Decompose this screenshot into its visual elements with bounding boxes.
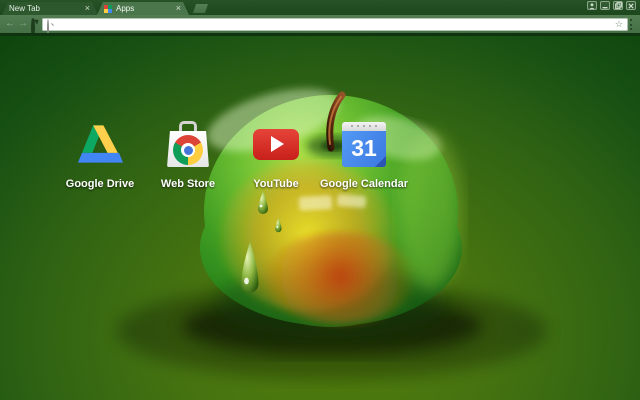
new-tab-page: Google Drive Web Store YouTube 31 Google… [0,33,640,400]
maximize-button[interactable] [613,1,623,10]
apple-wallpaper [117,88,547,379]
tab-strip: New Tab × Apps × [0,0,640,15]
app-shortcuts: Google Drive Web Store YouTube 31 Google… [56,120,408,190]
person-icon [589,2,595,9]
close-window-button[interactable] [626,1,636,10]
shortcut-label: Google Calendar [319,178,409,190]
maximize-icon [614,2,622,9]
apps-grid-icon [104,5,112,13]
tab-apps-label: Apps [116,4,135,13]
browser-window: New Tab × Apps × ← → ☆ Google Drive Web … [0,0,640,400]
address-bar[interactable]: ☆ [42,17,628,38]
profile-button[interactable] [587,1,597,10]
close-icon [628,2,634,9]
shortcut-youtube[interactable]: YouTube [232,120,320,190]
shortcut-google-calendar[interactable]: 31 Google Calendar [320,120,408,190]
google-drive-icon [76,120,124,168]
tab-new-tab-label: New Tab [9,4,40,13]
three-dot-menu-icon[interactable] [626,19,636,30]
shortcut-label: Google Drive [65,178,135,190]
magnifier-icon [47,18,56,38]
window-controls [587,1,636,10]
new-tab-button[interactable] [193,4,208,13]
youtube-icon [252,120,300,168]
google-calendar-icon: 31 [340,120,388,168]
forward-button[interactable]: → [18,18,28,30]
tab-apps[interactable]: Apps × [97,2,189,15]
minimize-icon [602,3,608,9]
minimize-button[interactable] [600,1,610,10]
tab-new-tab[interactable]: New Tab × [2,2,98,15]
chrome-logo-icon [173,135,203,165]
shortcut-label: YouTube [253,178,299,190]
back-button[interactable]: ← [5,18,15,30]
play-icon [271,136,284,152]
shortcut-label: Web Store [160,178,216,190]
calendar-day-number: 31 [351,135,377,161]
shortcut-web-store[interactable]: Web Store [144,120,232,190]
close-tab-icon[interactable]: × [84,2,91,15]
chrome-web-store-icon [164,120,212,168]
close-tab-icon[interactable]: × [175,2,182,15]
reload-button[interactable] [31,17,41,38]
shortcut-google-drive[interactable]: Google Drive [56,120,144,190]
bookmark-star-icon[interactable]: ☆ [615,18,623,31]
toolbar: ← → ☆ [0,15,640,38]
